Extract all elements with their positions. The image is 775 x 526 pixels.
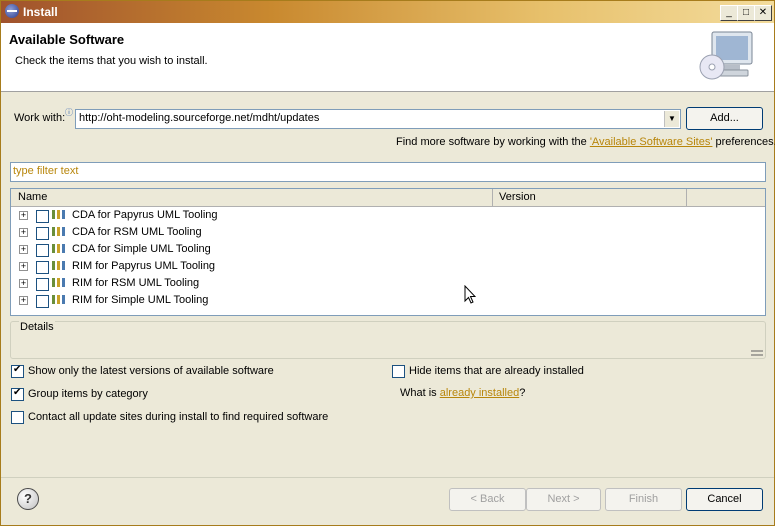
filter-input[interactable]: type filter text: [10, 162, 766, 182]
column-header-version[interactable]: Version: [492, 189, 687, 206]
available-sites-link[interactable]: 'Available Software Sites': [590, 136, 713, 148]
category-icon: [52, 295, 67, 304]
mouse-cursor-icon: [464, 285, 476, 304]
group-by-category-label: Group items by category: [28, 388, 148, 400]
table-header: Name Version: [11, 189, 765, 207]
footer-separator: [1, 477, 774, 478]
show-latest-checkbox[interactable]: [11, 364, 24, 378]
work-with-value: http://oht-modeling.sourceforge.net/mdht…: [79, 112, 320, 124]
wizard-header: Available Software Check the items that …: [1, 23, 774, 92]
expand-icon[interactable]: +: [19, 211, 28, 220]
table-row[interactable]: + CDA for Simple UML Tooling: [11, 241, 491, 258]
row-label: CDA for Papyrus UML Tooling: [72, 209, 218, 221]
row-label: CDA for RSM UML Tooling: [72, 226, 202, 238]
cancel-button[interactable]: Cancel: [686, 488, 763, 511]
row-checkbox[interactable]: [36, 278, 49, 291]
what-is-suffix: ?: [519, 387, 526, 399]
hide-installed-label: Hide items that are already installed: [409, 365, 584, 377]
help-icon[interactable]: ?: [17, 488, 39, 510]
add-site-button[interactable]: Add...: [686, 107, 763, 130]
page-subtitle: Check the items that you wish to install…: [15, 55, 208, 67]
category-icon: [52, 278, 67, 287]
column-header-extra: [687, 189, 764, 206]
row-checkbox[interactable]: [36, 227, 49, 240]
category-icon: [52, 244, 67, 253]
table-row[interactable]: + CDA for RSM UML Tooling: [11, 224, 491, 241]
hint-suffix: preferences.: [712, 136, 775, 148]
details-group: [10, 321, 766, 359]
column-header-name[interactable]: Name: [11, 189, 493, 206]
row-label: RIM for RSM UML Tooling: [72, 277, 200, 289]
software-tree-table[interactable]: Name Version + CDA for Papyrus UML Toolin…: [10, 188, 766, 316]
what-is-prefix: What is: [400, 387, 440, 399]
resize-grip-icon[interactable]: [751, 349, 763, 357]
filter-placeholder: type filter text: [13, 165, 79, 177]
group-by-category-checkbox[interactable]: [11, 387, 24, 401]
work-with-combo[interactable]: http://oht-modeling.sourceforge.net/mdht…: [75, 109, 681, 129]
table-row[interactable]: + RIM for Simple UML Tooling: [11, 292, 491, 309]
work-with-label: Work with:: [14, 112, 66, 124]
back-button[interactable]: < Back: [449, 488, 526, 511]
row-label: RIM for Papyrus UML Tooling: [72, 260, 216, 272]
show-latest-label: Show only the latest versions of availab…: [28, 365, 274, 377]
table-row[interactable]: + RIM for Papyrus UML Tooling: [11, 258, 491, 275]
close-button[interactable]: ✕: [754, 5, 772, 21]
title-bar[interactable]: Install _ □ ✕: [1, 1, 774, 23]
finish-button[interactable]: Finish: [605, 488, 682, 511]
install-dialog: Install _ □ ✕ Available Software Check t…: [0, 0, 775, 526]
row-label: RIM for Simple UML Tooling: [72, 294, 209, 306]
row-checkbox[interactable]: [36, 210, 49, 223]
available-sites-hint: Find more software by working with the '…: [396, 136, 775, 148]
window-title: Install: [23, 5, 58, 19]
row-checkbox[interactable]: [36, 261, 49, 274]
maximize-button[interactable]: □: [737, 5, 755, 21]
category-icon: [52, 227, 67, 236]
chevron-down-icon[interactable]: ▼: [664, 111, 679, 127]
table-row[interactable]: + CDA for Papyrus UML Tooling: [11, 207, 491, 224]
page-title: Available Software: [9, 32, 125, 47]
contact-all-sites-checkbox[interactable]: [11, 411, 24, 424]
table-row[interactable]: + RIM for RSM UML Tooling: [11, 275, 491, 292]
hide-installed-checkbox[interactable]: [392, 365, 405, 378]
next-button[interactable]: Next >: [526, 488, 601, 511]
row-checkbox[interactable]: [36, 244, 49, 257]
expand-icon[interactable]: +: [19, 228, 28, 237]
row-label: CDA for Simple UML Tooling: [72, 243, 211, 255]
contact-all-sites-label: Contact all update sites during install …: [28, 411, 329, 423]
expand-icon[interactable]: +: [19, 245, 28, 254]
install-monitor-icon: [699, 31, 753, 80]
details-label: Details: [19, 321, 55, 333]
already-installed-link[interactable]: already installed: [440, 387, 520, 399]
what-is-installed: What is already installed?: [400, 387, 525, 399]
category-icon: [52, 210, 67, 219]
expand-icon[interactable]: +: [19, 279, 28, 288]
expand-icon[interactable]: +: [19, 262, 28, 271]
row-checkbox[interactable]: [36, 295, 49, 308]
eclipse-icon: [5, 4, 19, 18]
info-icon: ⓘ: [65, 108, 73, 117]
minimize-button[interactable]: _: [720, 5, 738, 21]
category-icon: [52, 261, 67, 270]
expand-icon[interactable]: +: [19, 296, 28, 305]
hint-prefix: Find more software by working with the: [396, 136, 590, 148]
